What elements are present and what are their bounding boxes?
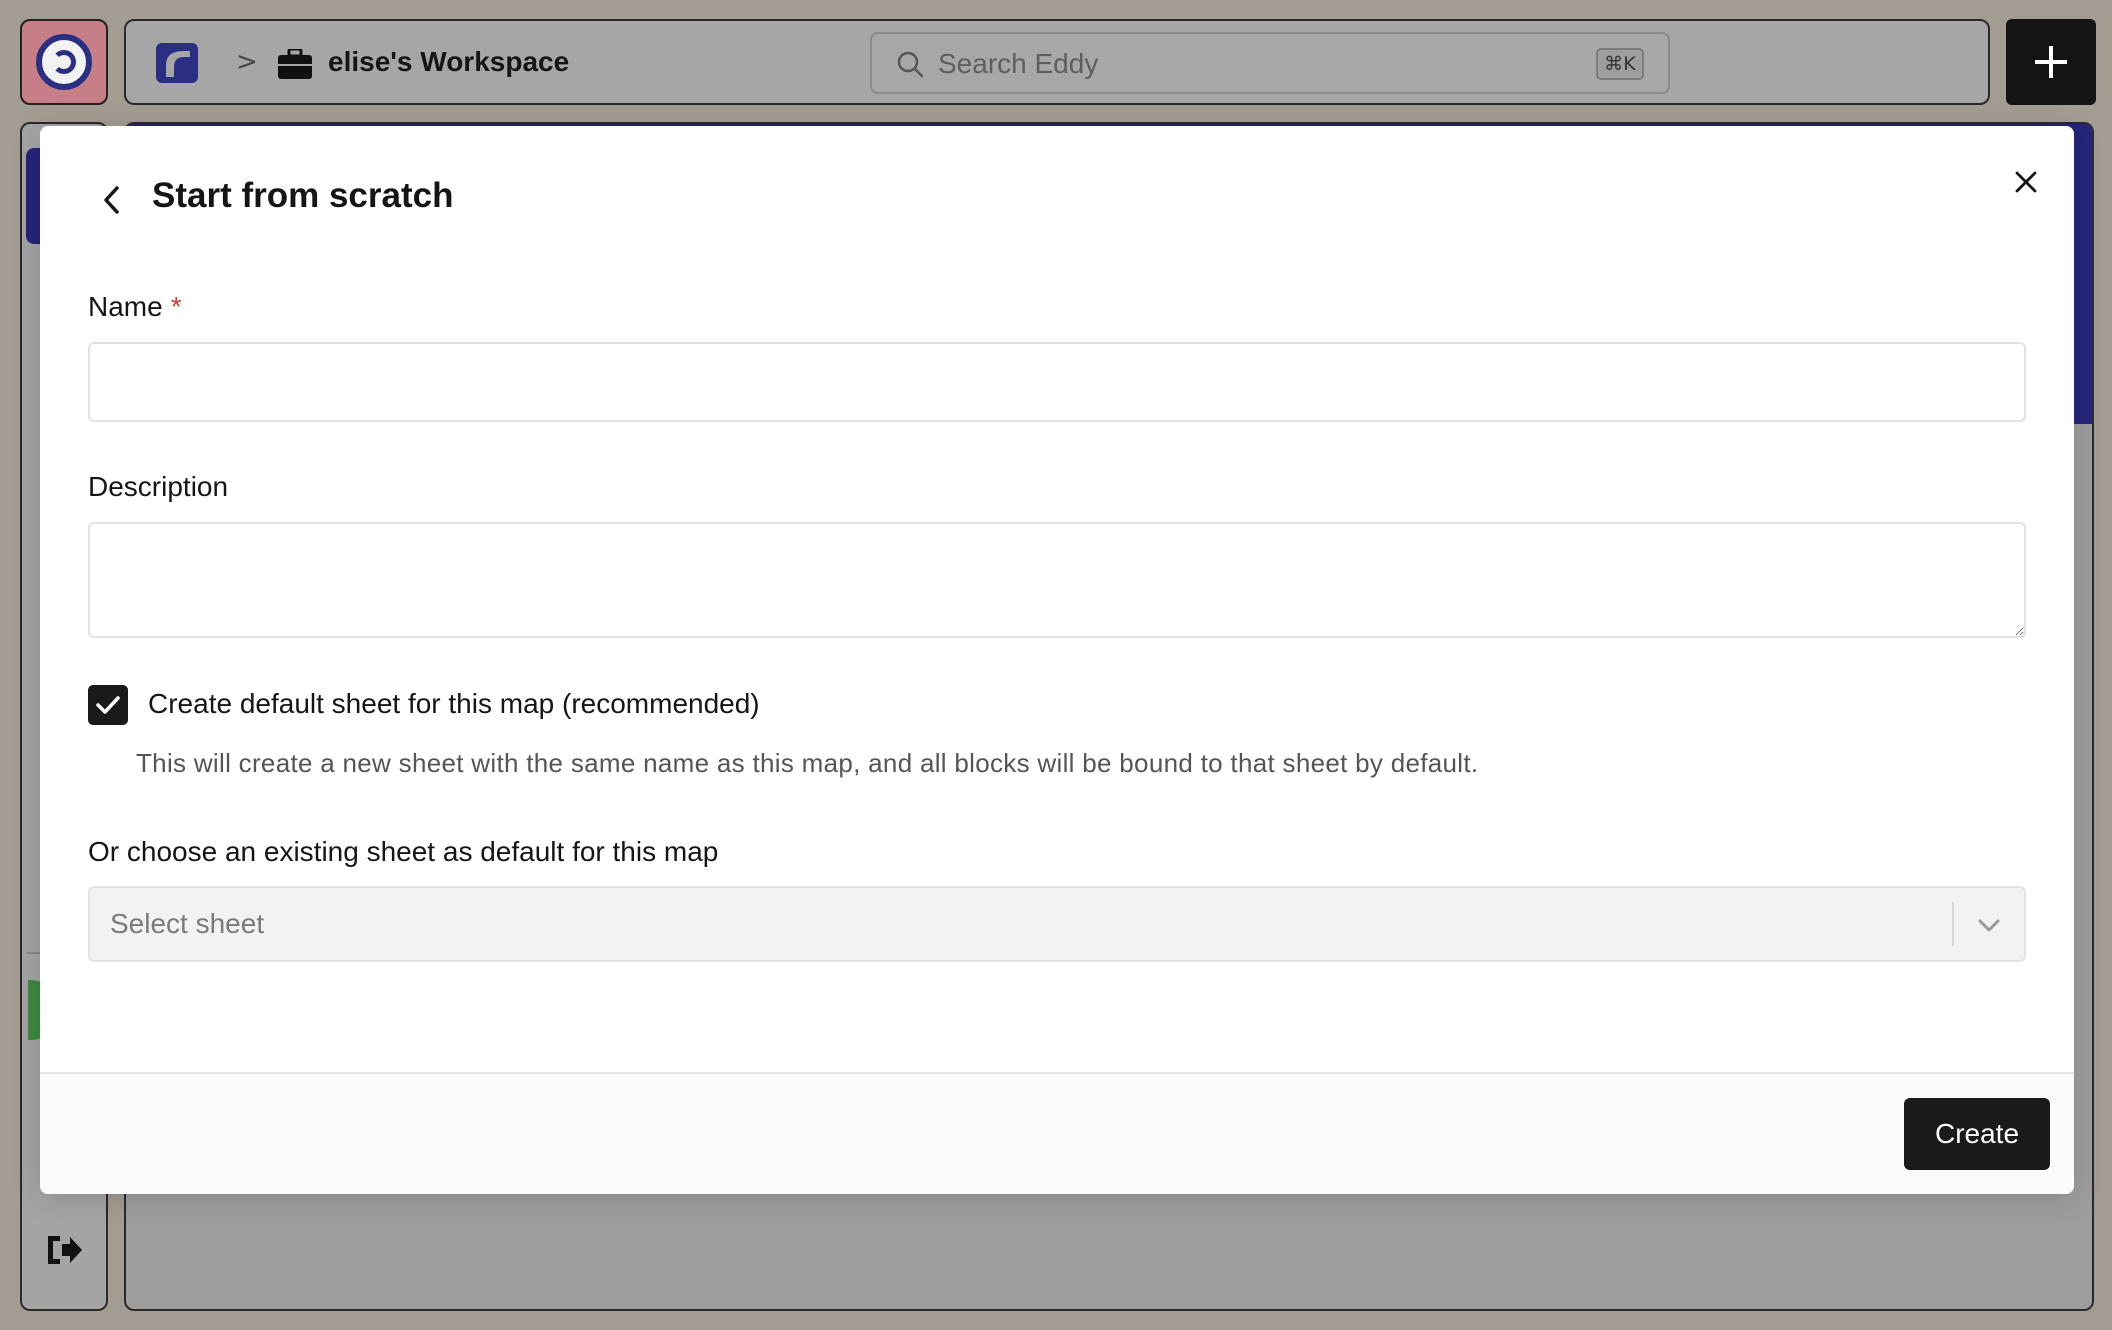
breadcrumb-chevron-icon: > xyxy=(236,47,258,77)
default-sheet-checkbox-label[interactable]: Create default sheet for this map (recom… xyxy=(148,688,760,720)
search-shortcut-badge: ⌘K xyxy=(1596,48,1644,80)
name-input[interactable] xyxy=(88,342,2026,422)
logo-ring-icon xyxy=(36,34,92,90)
search-box[interactable]: ⌘K xyxy=(870,32,1670,94)
name-label: Name * xyxy=(88,291,182,323)
description-textarea[interactable] xyxy=(88,522,2026,638)
chevron-down-icon[interactable] xyxy=(1974,910,2004,940)
search-icon xyxy=(897,51,924,78)
modal-footer: Create xyxy=(40,1072,2074,1194)
search-input[interactable] xyxy=(938,44,1538,84)
briefcase-icon xyxy=(278,49,312,79)
name-label-text: Name xyxy=(88,291,163,322)
back-button[interactable] xyxy=(92,178,132,222)
top-bar: > elise's Workspace ⌘K xyxy=(124,19,1990,105)
checkmark-icon xyxy=(96,696,120,714)
create-button[interactable]: Create xyxy=(1904,1098,2050,1170)
close-button[interactable] xyxy=(2004,160,2048,204)
plus-icon xyxy=(2035,46,2067,78)
sheet-select[interactable]: Select sheet xyxy=(88,886,2026,962)
chevron-left-icon xyxy=(104,186,119,214)
close-icon xyxy=(2015,171,2037,193)
select-divider xyxy=(1952,902,1954,946)
required-marker: * xyxy=(170,291,182,322)
brand-mark-icon[interactable] xyxy=(156,43,198,83)
default-sheet-help-text: This will create a new sheet with the sa… xyxy=(136,748,1479,778)
existing-sheet-label: Or choose an existing sheet as default f… xyxy=(88,836,719,867)
create-map-modal: Start from scratch Name * Description Cre… xyxy=(40,126,2074,1194)
description-label: Description xyxy=(88,471,229,502)
modal-title: Start from scratch xyxy=(152,176,454,215)
sheet-select-placeholder: Select sheet xyxy=(110,908,265,939)
workspace-name[interactable]: elise's Workspace xyxy=(328,46,569,78)
logout-icon[interactable] xyxy=(44,1232,84,1268)
main-panel-scrollbar[interactable] xyxy=(2074,124,2092,424)
app-logo[interactable] xyxy=(20,19,108,105)
default-sheet-checkbox[interactable] xyxy=(88,685,128,725)
add-button[interactable] xyxy=(2006,19,2096,105)
